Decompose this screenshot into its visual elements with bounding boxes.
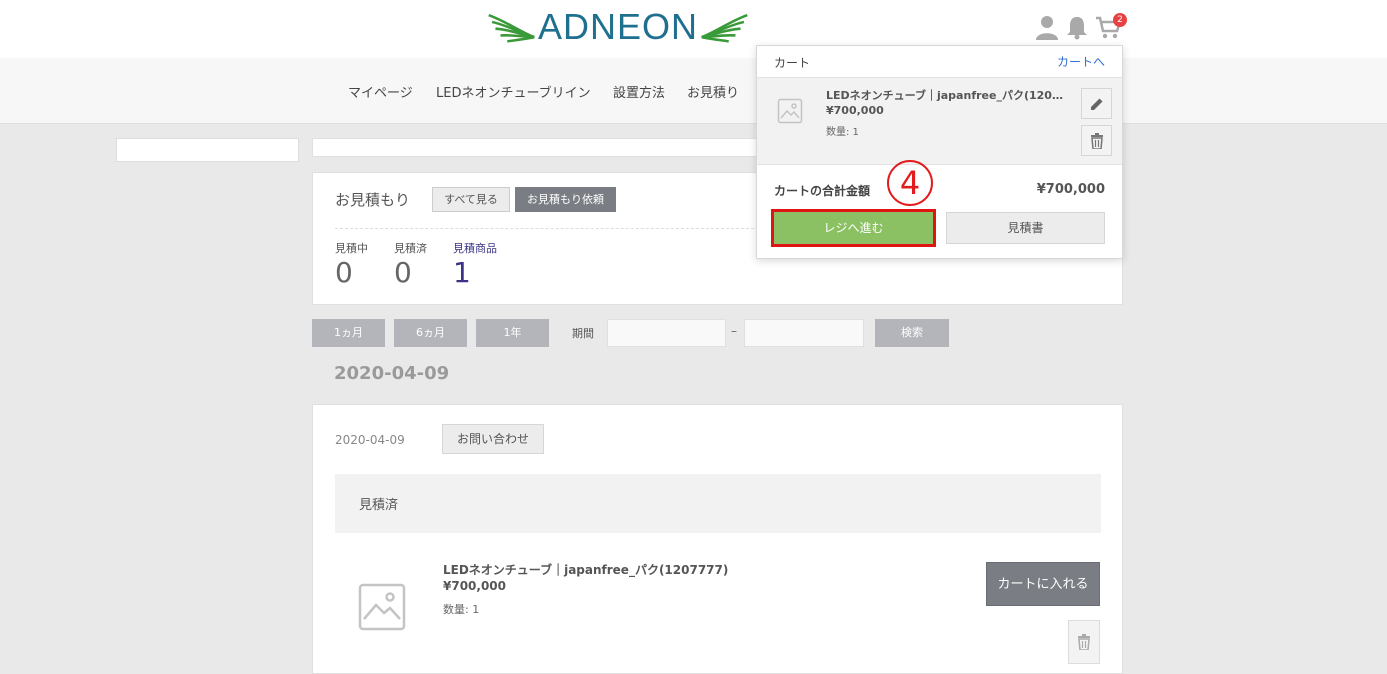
pencil-icon — [1090, 98, 1102, 110]
end-date-input[interactable] — [744, 319, 864, 347]
checkout-button[interactable]: レジへ進む — [771, 209, 936, 247]
filter-6-months-button[interactable]: 6ヵ月 — [394, 319, 467, 347]
user-icon[interactable] — [1035, 14, 1059, 40]
cart-total-label: カートの合計金額 — [774, 184, 871, 198]
bell-icon[interactable] — [1065, 14, 1089, 40]
logo-text: ADNEON — [537, 6, 699, 47]
order-date: 2020-04-09 — [335, 433, 405, 447]
order-card: 2020-04-09 お問い合わせ 見積済 LEDネオンチューブ｜japanfr… — [312, 404, 1123, 674]
stat-label: 見積商品 — [453, 242, 497, 255]
trash-icon — [1078, 634, 1090, 650]
search-button[interactable]: 検索 — [875, 319, 949, 347]
cart-dropdown-title: カート — [774, 56, 811, 70]
remove-item-button[interactable] — [1081, 125, 1112, 156]
stat-quoted[interactable]: 見積済 0 — [394, 240, 427, 290]
item-name[interactable]: LEDネオンチューブ｜japanfree_パク(1207777) — [443, 561, 728, 578]
cart-item-price: ¥700,000 — [826, 104, 884, 117]
nav-installation[interactable]: 設置方法 — [613, 82, 665, 101]
cart-item: LEDネオンチューブ｜japanfree_パク(1207777) ¥700,00… — [757, 78, 1122, 165]
period-label: 期間 — [572, 327, 594, 340]
image-placeholder-icon — [777, 98, 803, 124]
estimate-button[interactable]: 見積書 — [946, 212, 1105, 244]
quote-title: お見積もり — [335, 191, 411, 209]
stat-value: 1 — [453, 256, 471, 289]
filter-1-month-button[interactable]: 1ヵ月 — [312, 319, 385, 347]
cart-count-badge: 2 — [1113, 13, 1127, 27]
inquiry-button[interactable]: お問い合わせ — [442, 424, 544, 454]
delete-item-button[interactable] — [1068, 620, 1100, 664]
nav-led-neon-tube[interactable]: LEDネオンチューブリイン — [436, 82, 591, 101]
left-wing-icon — [488, 13, 535, 43]
request-quote-button[interactable]: お見積もり依頼 — [515, 187, 616, 212]
item-price: ¥700,000 — [443, 579, 507, 593]
stat-value: 0 — [394, 256, 412, 289]
edit-item-button[interactable] — [1081, 88, 1112, 119]
go-to-cart-link[interactable]: カートへ — [1057, 53, 1105, 70]
nav-mypage[interactable]: マイページ — [348, 82, 413, 101]
step-marker: 4 — [887, 160, 933, 206]
top-header: ADNEON 2 — [0, 0, 1387, 58]
cart-total-value: ¥700,000 — [1036, 182, 1105, 197]
status-text: 見積済 — [359, 498, 399, 513]
cart-item-name[interactable]: LEDネオンチューブ｜japanfree_パク(1207777) — [826, 87, 1066, 103]
content-top-strip — [312, 138, 757, 157]
add-to-cart-button[interactable]: カートに入れる — [986, 562, 1100, 606]
stat-pending[interactable]: 見積中 0 — [335, 240, 368, 290]
main-nav: マイページ LEDネオンチューブリイン 設置方法 お見積り — [0, 58, 1387, 124]
start-date-input[interactable] — [607, 319, 726, 347]
right-wing-icon — [701, 13, 748, 43]
image-placeholder-icon — [358, 583, 406, 631]
stat-value: 0 — [335, 256, 353, 289]
stat-label: 見積中 — [335, 242, 368, 255]
cart-item-quantity: 数量: 1 — [826, 127, 859, 138]
filter-1-year-button[interactable]: 1年 — [476, 319, 549, 347]
stat-quoted-items[interactable]: 見積商品 1 — [453, 240, 497, 290]
adneon-logo[interactable]: ADNEON — [487, 6, 749, 48]
stat-label: 見積済 — [394, 242, 427, 255]
status-band: 見積済 — [335, 474, 1101, 533]
trash-icon — [1090, 132, 1103, 149]
nav-quote[interactable]: お見積り — [687, 82, 739, 101]
range-separator: – — [731, 324, 737, 338]
order-date-heading: 2020-04-09 — [334, 363, 450, 384]
item-quantity: 数量: 1 — [443, 603, 480, 616]
view-all-button[interactable]: すべて見る — [432, 187, 510, 212]
sidebar-box — [116, 138, 299, 162]
